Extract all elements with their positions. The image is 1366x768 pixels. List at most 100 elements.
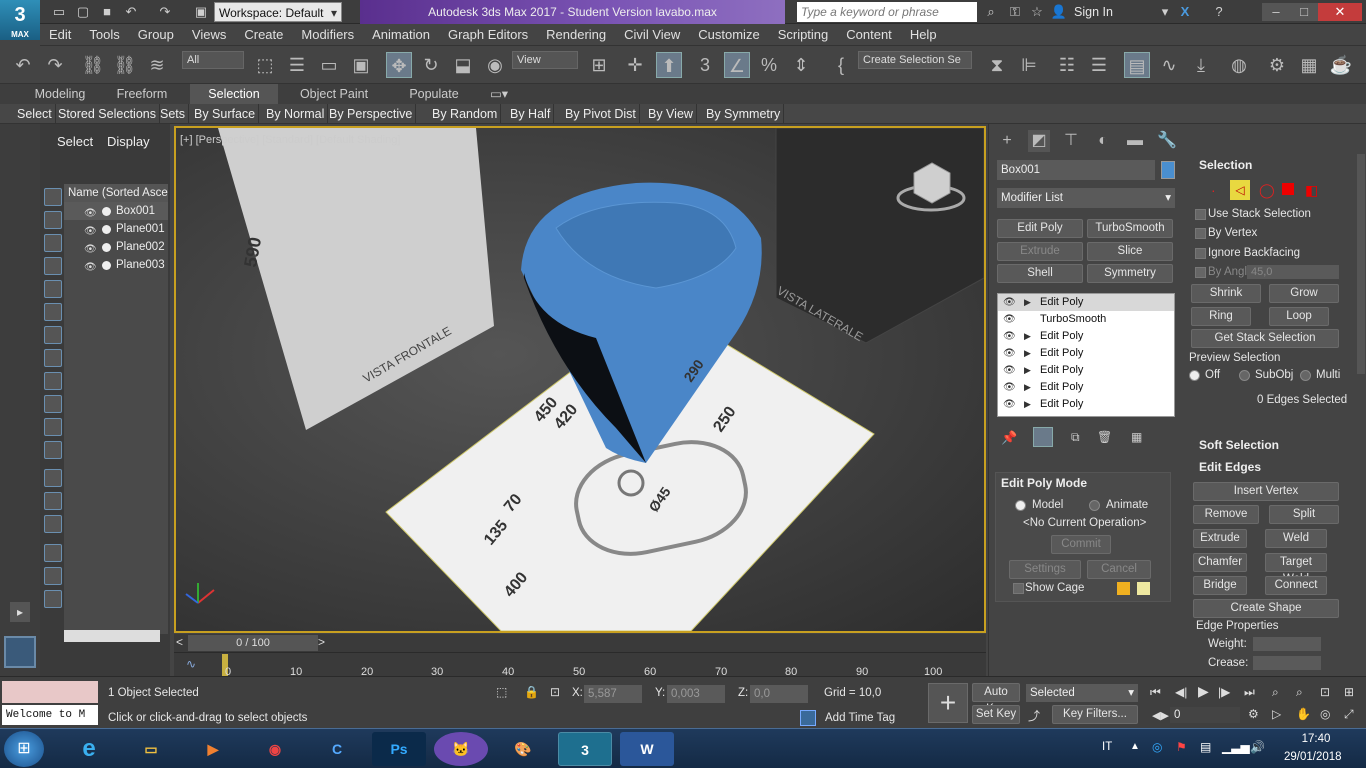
menu-content[interactable]: Content xyxy=(837,24,901,46)
render-setup-icon[interactable]: ⚙ xyxy=(1264,52,1290,78)
select-move-icon[interactable]: ✥ xyxy=(386,52,412,78)
chrome-icon[interactable]: ◉ xyxy=(248,732,302,766)
word-icon[interactable]: W xyxy=(620,732,674,766)
extrude-button[interactable]: Extrude xyxy=(997,242,1083,261)
maxscript-listener[interactable] xyxy=(2,681,98,703)
render-production-icon[interactable]: ☕ xyxy=(1328,52,1354,78)
selection-filter-dropdown[interactable]: All xyxy=(182,51,244,69)
menu-modifiers[interactable]: Modifiers xyxy=(292,24,363,46)
show-cage-checkbox[interactable] xyxy=(1013,583,1024,594)
media-player-icon[interactable]: ▶ xyxy=(186,732,240,766)
polygon-mode-icon[interactable] xyxy=(1282,183,1294,195)
containers-filter-icon[interactable] xyxy=(44,395,62,413)
use-stack-selection-checkbox[interactable] xyxy=(1195,209,1206,220)
expand-arrow-icon[interactable]: ▶ xyxy=(1024,345,1031,362)
stack-item[interactable]: 👁 ▶ Edit Poly xyxy=(998,328,1174,345)
list-item[interactable]: 👁 Plane001 xyxy=(64,220,168,238)
preview-subobj-radio[interactable] xyxy=(1239,370,1250,381)
cat-app-icon[interactable]: 🐱 xyxy=(434,732,488,766)
scene-explorer-icon[interactable]: ☷ xyxy=(1054,52,1080,78)
binoculars-icon[interactable]: ⌕ xyxy=(982,3,1000,21)
weld-button[interactable]: Weld xyxy=(1265,529,1327,548)
open-file-icon[interactable]: ▢ xyxy=(74,3,92,21)
link-icon[interactable]: ⛓ xyxy=(80,52,106,78)
named-selection-dropdown[interactable]: Create Selection Se xyxy=(858,51,972,69)
y-coordinate-field[interactable]: 0,003 xyxy=(667,685,725,703)
menu-graph-editors[interactable]: Graph Editors xyxy=(439,24,537,46)
bridge-button[interactable]: Bridge xyxy=(1193,576,1247,595)
eye-icon[interactable]: 👁 xyxy=(1003,311,1016,328)
tray-flag-icon[interactable]: ⚑ xyxy=(1176,740,1187,754)
menu-rendering[interactable]: Rendering xyxy=(537,24,615,46)
isolate-selection-icon[interactable]: ⬚ xyxy=(496,685,507,699)
command-panel-scrollbar[interactable] xyxy=(1357,154,1365,374)
prev-frame-icon[interactable]: < xyxy=(176,635,183,649)
go-to-start-icon[interactable]: ⏮ xyxy=(1150,685,1161,700)
element-mode-icon[interactable]: ◧ xyxy=(1305,182,1318,199)
grow-button[interactable]: Grow xyxy=(1269,284,1339,303)
perspective-viewport[interactable]: 590 VISTA FRONTALE VISTA LATERALE 450 42… xyxy=(174,126,986,633)
close-button[interactable]: ✕ xyxy=(1318,3,1362,21)
soft-selection-rollout-title[interactable]: Soft Selection xyxy=(1199,438,1279,452)
tab-populate[interactable]: Populate xyxy=(398,84,470,104)
show-hidden-icons-icon[interactable]: ▲ xyxy=(1130,741,1140,752)
curve-editor-icon[interactable]: ∿ xyxy=(1156,52,1182,78)
extrude-edge-button[interactable]: Extrude xyxy=(1193,529,1247,548)
edit-poly-button[interactable]: Edit Poly xyxy=(997,219,1083,238)
maximize-button[interactable]: □ xyxy=(1290,3,1318,21)
ribbon-by-normal[interactable]: By Normal xyxy=(263,104,329,124)
expand-arrow-icon[interactable]: ▶ xyxy=(1024,396,1031,413)
expand-panel-icon[interactable]: ▸ xyxy=(10,602,30,622)
remove-button[interactable]: Remove xyxy=(1193,505,1259,524)
freeze-dot-icon[interactable] xyxy=(102,243,111,252)
layer-explorer-icon[interactable]: ☰ xyxy=(1086,52,1112,78)
app-logo[interactable]: 3 MAX xyxy=(0,0,40,40)
menu-scripting[interactable]: Scripting xyxy=(769,24,838,46)
menu-create[interactable]: Create xyxy=(235,24,292,46)
search-input[interactable]: Type a keyword or phrase xyxy=(797,2,977,22)
modify-tab-icon[interactable]: ◩ xyxy=(1028,130,1050,152)
keyboard-shortcut-override-icon[interactable]: ⬆ xyxy=(656,52,682,78)
pin-stack-icon[interactable]: 📌 xyxy=(1001,430,1017,446)
frozen-filter-icon[interactable] xyxy=(44,418,62,436)
stack-item[interactable]: 👁 ▶ Edit Poly xyxy=(998,396,1174,413)
set-key-big-icon[interactable]: + xyxy=(928,683,968,723)
previous-frame-icon[interactable]: ◀| xyxy=(1175,685,1187,699)
settings-button[interactable]: Settings xyxy=(1009,560,1081,579)
menu-customize[interactable]: Customize xyxy=(689,24,768,46)
turbosmooth-button[interactable]: TurboSmooth xyxy=(1087,219,1173,238)
bones-filter-icon[interactable] xyxy=(44,372,62,390)
commit-button[interactable]: Commit xyxy=(1051,535,1111,554)
ribbon-by-view[interactable]: By View xyxy=(645,104,697,124)
viewport-label[interactable]: [+] [Perspective] [Standard] [Default Sh… xyxy=(180,134,400,146)
help-icon[interactable]: ? xyxy=(1210,3,1228,21)
model-radio[interactable] xyxy=(1015,500,1026,511)
cancel-button[interactable]: Cancel xyxy=(1087,560,1151,579)
selection-lock-icon[interactable]: 🔒 xyxy=(524,685,539,699)
expand-arrow-icon[interactable]: ▶ xyxy=(1024,362,1031,379)
auto-key-button[interactable]: Auto Key xyxy=(972,683,1020,715)
utilities-tab-icon[interactable]: 🔧 xyxy=(1156,130,1178,152)
spacewarps-filter-icon[interactable] xyxy=(44,303,62,321)
show-end-result-icon[interactable] xyxy=(1033,427,1053,447)
eye-icon[interactable]: 👁 xyxy=(84,259,97,277)
shrink-button[interactable]: Shrink xyxy=(1191,284,1261,303)
horizontal-scrollbar[interactable] xyxy=(64,630,160,642)
modifier-list-dropdown[interactable]: Modifier List ▾ xyxy=(997,188,1175,208)
freeze-dot-icon[interactable] xyxy=(102,207,111,216)
maximize-viewport-icon[interactable]: ⤢ xyxy=(1344,707,1354,722)
tab-modeling[interactable]: Modeling xyxy=(24,84,96,104)
create-tab-icon[interactable]: + xyxy=(996,130,1018,152)
weight-spinner[interactable] xyxy=(1253,637,1321,651)
photoshop-icon[interactable]: Ps xyxy=(372,732,426,766)
menu-group[interactable]: Group xyxy=(129,24,183,46)
set-key-button[interactable]: Set Key xyxy=(972,705,1020,724)
schematic-view-icon[interactable]: ⤓ xyxy=(1188,52,1214,78)
ribbon-options-icon[interactable]: ▭▾ xyxy=(486,84,512,104)
new-file-icon[interactable]: ▭ xyxy=(50,3,68,21)
menu-tools[interactable]: Tools xyxy=(80,24,128,46)
stack-item[interactable]: 👁 ▶ Edit Poly xyxy=(998,294,1174,311)
cameras-filter-icon[interactable] xyxy=(44,257,62,275)
reference-coordinate-dropdown[interactable]: View xyxy=(512,51,578,69)
by-angle-checkbox[interactable] xyxy=(1195,267,1206,278)
